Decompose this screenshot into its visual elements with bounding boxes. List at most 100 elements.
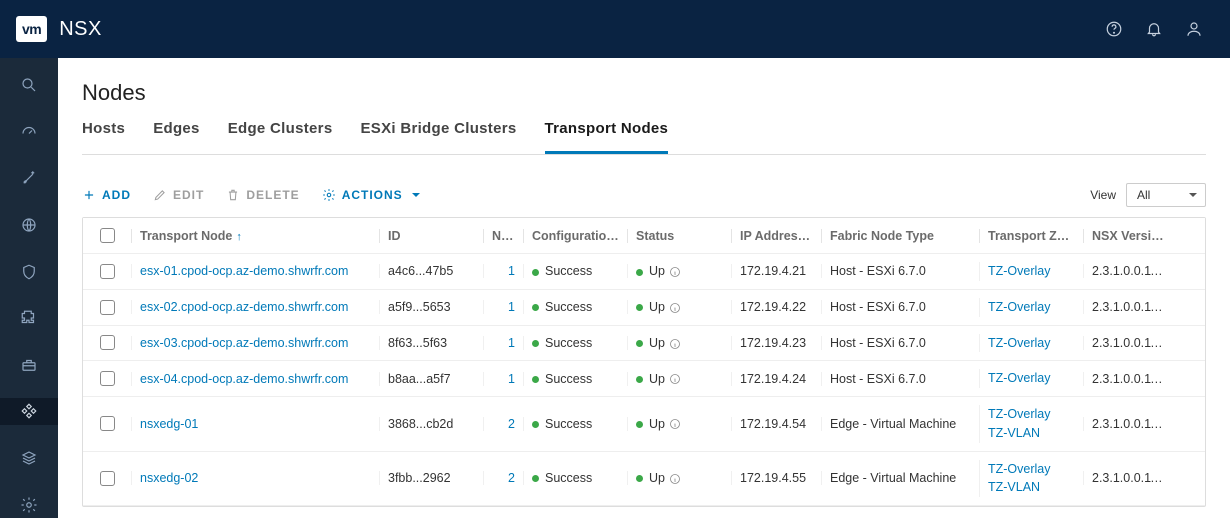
actions-button[interactable]: ACTIONS [322, 188, 420, 202]
sidebar-network-icon[interactable] [0, 212, 58, 239]
info-icon[interactable] [669, 266, 681, 278]
cell-conf: Success [523, 300, 627, 314]
chevron-down-icon [412, 193, 420, 201]
sidebar-plugin-icon[interactable] [0, 305, 58, 332]
col-conf[interactable]: Configuration Stat [523, 229, 627, 243]
cell-conf: Success [523, 471, 627, 485]
col-ips[interactable]: IP Addresses [731, 229, 821, 243]
cell-ver: 2.3.1.0.0.1129... [1083, 417, 1173, 431]
nvds-link[interactable]: 1 [508, 264, 515, 278]
add-button[interactable]: ADD [82, 188, 131, 202]
delete-button[interactable]: DELETE [226, 188, 299, 202]
cell-ver: 2.3.1.0.0.1129... [1083, 336, 1173, 350]
tab-esxi-bridge-clusters[interactable]: ESXi Bridge Clusters [360, 120, 516, 154]
cell-id: 8f63...5f63 [379, 336, 483, 350]
col-status[interactable]: Status [627, 229, 731, 243]
cell-status: Up [627, 264, 731, 278]
cell-ver: 2.3.1.0.0.1129... [1083, 300, 1173, 314]
sidebar-shield-icon[interactable] [0, 258, 58, 285]
col-nvds[interactable]: N-VDS [483, 229, 523, 243]
info-icon[interactable] [669, 302, 681, 314]
status-dot-icon [532, 304, 539, 311]
status-dot-icon [532, 269, 539, 276]
bell-icon[interactable] [1134, 9, 1174, 49]
cell-conf: Success [523, 336, 627, 350]
sidebar-wand-icon[interactable] [0, 165, 58, 192]
tz-link[interactable]: TZ-Overlay [988, 460, 1075, 479]
sidebar-fabric-icon[interactable] [0, 398, 58, 425]
view-select[interactable]: All [1126, 183, 1206, 207]
node-link[interactable]: esx-02.cpod-ocp.az-demo.shwrfr.com [140, 300, 348, 314]
help-icon[interactable] [1094, 9, 1134, 49]
status-dot-icon [636, 376, 643, 383]
checkbox-row[interactable] [100, 371, 115, 386]
sidebar-toolbox-icon[interactable] [0, 352, 58, 379]
user-icon[interactable] [1174, 9, 1214, 49]
cell-conf: Success [523, 417, 627, 431]
checkbox-row[interactable] [100, 471, 115, 486]
add-label: ADD [102, 188, 131, 202]
tz-link[interactable]: TZ-VLAN [988, 478, 1075, 497]
nvds-link[interactable]: 2 [508, 471, 515, 485]
tz-link[interactable]: TZ-VLAN [988, 424, 1075, 443]
col-type[interactable]: Fabric Node Type [821, 229, 979, 243]
tz-link[interactable]: TZ-Overlay [988, 262, 1075, 281]
view-select-value: All [1137, 188, 1150, 202]
edit-label: EDIT [173, 188, 204, 202]
checkbox-row[interactable] [100, 416, 115, 431]
cell-type: Host - ESXi 6.7.0 [821, 264, 979, 278]
nvds-link[interactable]: 1 [508, 336, 515, 350]
cell-ips: 172.19.4.24 [731, 372, 821, 386]
cell-tz: TZ-Overlay [979, 369, 1083, 388]
tab-transport-nodes[interactable]: Transport Nodes [545, 120, 669, 154]
tab-edge-clusters[interactable]: Edge Clusters [228, 120, 333, 154]
node-link[interactable]: esx-04.cpod-ocp.az-demo.shwrfr.com [140, 372, 348, 386]
col-id[interactable]: ID [379, 229, 483, 243]
col-ver[interactable]: NSX Version [1083, 229, 1173, 243]
content: Nodes HostsEdgesEdge ClustersESXi Bridge… [58, 58, 1230, 518]
sidebar-stack-icon[interactable] [0, 445, 58, 472]
sidebar-gear-icon[interactable] [0, 491, 58, 518]
cell-ips: 172.19.4.54 [731, 417, 821, 431]
col-name[interactable]: Transport Node↑ [131, 229, 379, 243]
checkbox-row[interactable] [100, 264, 115, 279]
info-icon[interactable] [669, 373, 681, 385]
cell-conf: Success [523, 372, 627, 386]
checkbox-all[interactable] [100, 228, 115, 243]
status-dot-icon [532, 376, 539, 383]
node-link[interactable]: esx-01.cpod-ocp.az-demo.shwrfr.com [140, 264, 348, 278]
sort-asc-icon: ↑ [236, 231, 242, 243]
info-icon[interactable] [669, 338, 681, 350]
node-link[interactable]: esx-03.cpod-ocp.az-demo.shwrfr.com [140, 336, 348, 350]
tz-link[interactable]: TZ-Overlay [988, 405, 1075, 424]
nvds-link[interactable]: 1 [508, 372, 515, 386]
sidebar-dashboard-icon[interactable] [0, 119, 58, 146]
cell-id: 3868...cb2d [379, 417, 483, 431]
col-tz[interactable]: Transport Zones [979, 229, 1083, 243]
cell-id: a5f9...5653 [379, 300, 483, 314]
checkbox-row[interactable] [100, 335, 115, 350]
sidebar-search-icon[interactable] [0, 72, 58, 99]
nvds-link[interactable]: 1 [508, 300, 515, 314]
tz-link[interactable]: TZ-Overlay [988, 298, 1075, 317]
sidebar [0, 58, 58, 518]
node-link[interactable]: nsxedg-01 [140, 417, 198, 431]
nvds-link[interactable]: 2 [508, 417, 515, 431]
edit-button[interactable]: EDIT [153, 188, 204, 202]
tabs: Hosts Edges Edge Clusters ESXi Bridge Clust… [82, 120, 1206, 155]
cell-tz: TZ-Overlay [979, 262, 1083, 281]
tab-edges[interactable]: Edges [153, 120, 200, 154]
tz-link[interactable]: TZ-Overlay [988, 369, 1075, 388]
cell-id: 3fbb...2962 [379, 471, 483, 485]
table-header: Transport Node↑ ID N-VDS Configuration S… [83, 218, 1205, 254]
delete-label: DELETE [246, 188, 299, 202]
tab-hosts[interactable]: Hosts [82, 120, 125, 154]
cell-ver: 2.3.1.0.0.1129... [1083, 264, 1173, 278]
cell-tz: TZ-Overlay [979, 334, 1083, 353]
checkbox-row[interactable] [100, 300, 115, 315]
info-icon[interactable] [669, 418, 681, 430]
node-link[interactable]: nsxedg-02 [140, 471, 198, 485]
cell-ips: 172.19.4.21 [731, 264, 821, 278]
info-icon[interactable] [669, 473, 681, 485]
tz-link[interactable]: TZ-Overlay [988, 334, 1075, 353]
